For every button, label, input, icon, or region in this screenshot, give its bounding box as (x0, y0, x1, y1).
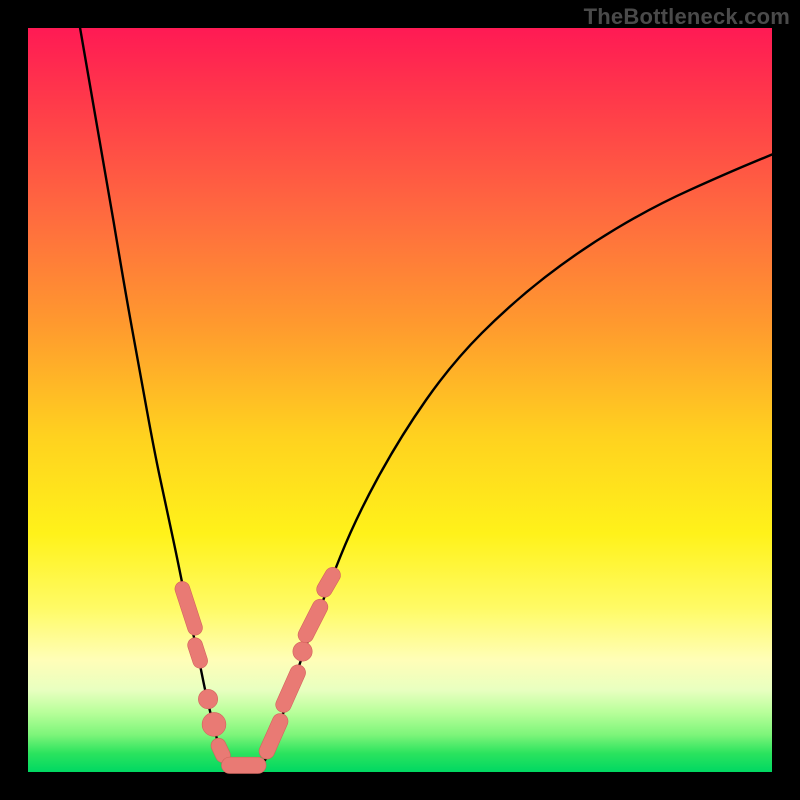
data-marker-bar (273, 662, 308, 715)
data-marker-bar (173, 579, 204, 637)
bottleneck-curve (80, 28, 772, 766)
data-marker-bar (221, 757, 266, 773)
curve-layer (80, 28, 772, 766)
watermark-text: TheBottleneck.com (584, 4, 790, 30)
data-marker-circle (293, 642, 312, 661)
data-marker-bar (295, 597, 330, 646)
data-marker-circle (202, 712, 226, 736)
chart-plot-area (28, 28, 772, 772)
data-marker-bar (257, 711, 291, 762)
chart-frame: TheBottleneck.com (0, 0, 800, 800)
data-marker-circle (198, 689, 217, 708)
chart-svg (28, 28, 772, 772)
data-marker-bar (186, 636, 210, 670)
data-marker-bar (314, 565, 344, 601)
marker-layer (173, 565, 343, 774)
